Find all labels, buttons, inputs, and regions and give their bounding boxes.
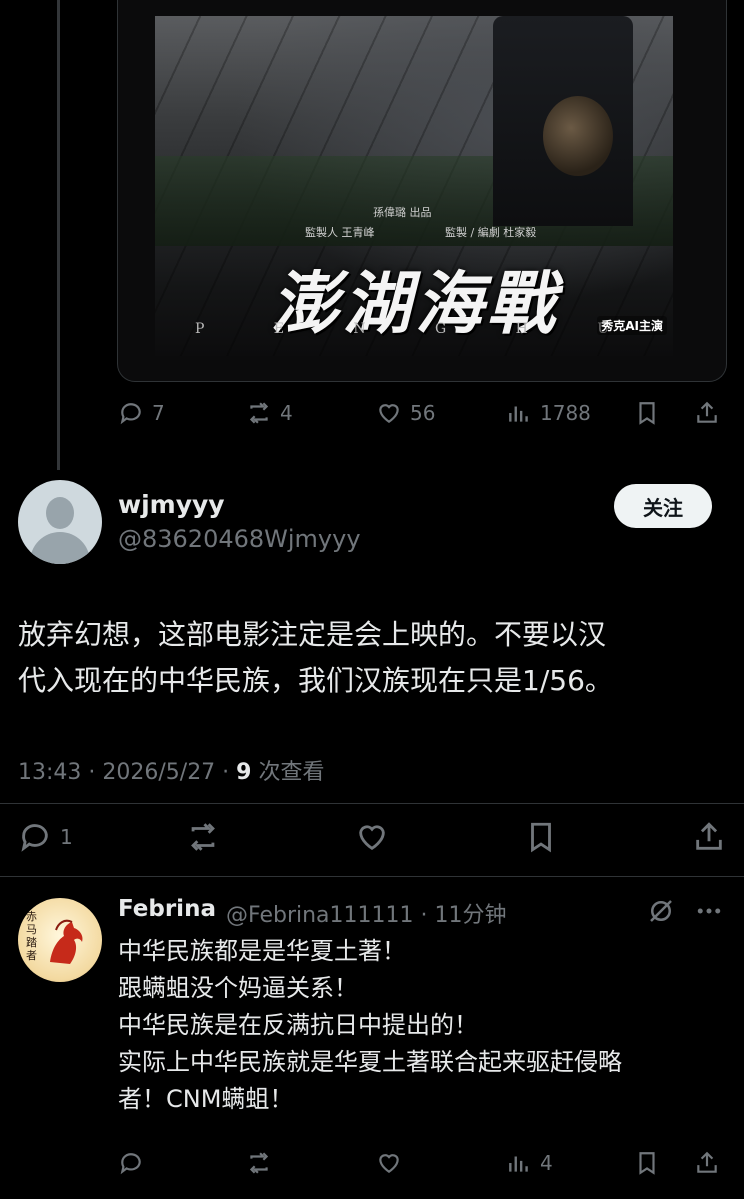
more-button[interactable] — [694, 896, 724, 930]
poster-title-letter: N — [353, 321, 372, 337]
analytics-icon — [509, 406, 528, 422]
bookmark-icon — [531, 822, 551, 853]
repost-button[interactable]: 4 — [246, 400, 293, 426]
more-icon — [697, 908, 721, 914]
divider — [0, 876, 744, 877]
poster-title-en: P E N G H U — [195, 321, 615, 337]
reply-text-line: 跟螨蛆没个妈逼关系！ — [118, 974, 358, 1002]
poster-title-letter: P — [195, 321, 211, 337]
avatar[interactable] — [18, 480, 102, 564]
poster-title-letter: E — [273, 321, 291, 337]
reply-avatar[interactable]: 赤马踏者 — [18, 898, 102, 982]
views-count: 4 — [540, 1151, 553, 1175]
like-button[interactable] — [376, 1150, 402, 1176]
grok-icon — [650, 900, 672, 922]
tweet-text: 放弃幻想，这部电影注定是会上映的。不要以汉 代入现在的中华民族，我们汉族现在只是… — [18, 612, 718, 704]
poster-title-letter: H — [515, 321, 534, 337]
repost-count: 4 — [280, 401, 293, 425]
tweet-views-label: 次查看 — [251, 760, 325, 785]
heart-icon — [379, 1154, 399, 1173]
like-button[interactable]: 56 — [376, 400, 435, 426]
tweet-text-line: 代入现在的中华民族，我们汉族现在只是1/56。 — [18, 664, 613, 697]
like-count: 56 — [410, 401, 436, 425]
user-handle[interactable]: @83620468Wjmyyy — [118, 525, 361, 553]
reply-text-line: 中华民族都是是华夏土著！ — [118, 937, 406, 965]
reply-text: 中华民族都是是华夏土著！ 跟螨蛆没个妈逼关系！ 中华民族是在反满抗日中提出的！ … — [118, 933, 728, 1118]
grok-button[interactable] — [646, 896, 676, 930]
reply-text-line: 实际上中华民族就是华夏土著联合起来驱赶侵略 — [118, 1048, 622, 1076]
reply-text-line: 中华民族是在反满抗日中提出的！ — [118, 1011, 478, 1039]
reply-button[interactable] — [118, 1150, 144, 1176]
share-icon — [697, 401, 717, 423]
repost-button[interactable] — [246, 1150, 272, 1176]
reply-display-name[interactable]: Febrina — [118, 896, 216, 922]
heart-icon — [359, 825, 385, 851]
bookmark-button[interactable] — [524, 820, 558, 854]
poster-mask — [543, 96, 613, 176]
share-icon — [696, 822, 722, 850]
repost-button[interactable] — [186, 820, 220, 854]
tweet-media-card[interactable]: 孫偉璐 出品 監製人 王青峰 監製 / 編劇 杜家毅 澎湖海戰 P E N G … — [117, 0, 727, 382]
bookmark-button[interactable] — [634, 400, 660, 426]
analytics-icon — [509, 1156, 528, 1172]
thread-connector-line — [57, 0, 60, 470]
reply-button[interactable]: 1 — [18, 820, 73, 854]
tweet-meta: 13:43 · 2026/5/27 · 9 次查看 — [18, 754, 324, 786]
bookmark-icon — [639, 402, 655, 425]
repost-icon — [249, 1152, 269, 1174]
reply-count: 7 — [152, 401, 165, 425]
poster-producer: 監製人 王青峰 — [305, 226, 375, 239]
share-button[interactable] — [692, 820, 726, 854]
reply-icon — [120, 1153, 141, 1175]
reply-handle-time[interactable]: @Febrina111111 · 11分钟 — [226, 897, 507, 929]
views-button[interactable]: 4 — [506, 1150, 553, 1176]
tweet-views-count: 9 — [236, 760, 252, 785]
bookmark-icon — [639, 1152, 655, 1175]
reply-icon — [120, 403, 141, 425]
repost-icon — [249, 402, 269, 424]
bookmark-button[interactable] — [634, 1150, 660, 1176]
poster-title-letter: G — [435, 321, 453, 337]
poster-presenter: 孫偉璐 出品 — [373, 206, 432, 219]
like-button[interactable] — [355, 820, 389, 854]
default-avatar-body — [30, 532, 90, 564]
heart-icon — [379, 404, 399, 423]
reply-button[interactable]: 7 — [118, 400, 165, 426]
horse-icon — [50, 919, 83, 964]
avatar-calligraphy: 赤马踏者 — [26, 910, 37, 962]
follow-button[interactable]: 关注 — [614, 484, 712, 528]
views-button[interactable]: 1788 — [506, 400, 591, 426]
share-icon — [697, 1151, 717, 1173]
share-button[interactable] — [694, 400, 720, 426]
poster-watermark: 秀克AI主演 — [597, 316, 667, 335]
reply-text-line: 者！CNM螨蛆！ — [118, 1085, 294, 1113]
reply-count: 1 — [60, 825, 73, 849]
reply-icon — [21, 824, 48, 852]
repost-icon — [191, 823, 215, 851]
divider — [0, 803, 744, 804]
tweet-timestamp[interactable]: 13:43 · 2026/5/27 · — [18, 760, 236, 785]
tweet-text-line: 放弃幻想，这部电影注定是会上映的。不要以汉 — [18, 618, 607, 651]
share-button[interactable] — [694, 1150, 720, 1176]
movie-poster-image[interactable]: 孫偉璐 出品 監製人 王青峰 監製 / 編劇 杜家毅 澎湖海戰 P E N G … — [155, 16, 673, 356]
display-name[interactable]: wjmyyy — [118, 490, 225, 519]
views-count: 1788 — [540, 401, 591, 425]
poster-director: 監製 / 編劇 杜家毅 — [445, 226, 537, 239]
default-avatar-head — [46, 497, 74, 529]
